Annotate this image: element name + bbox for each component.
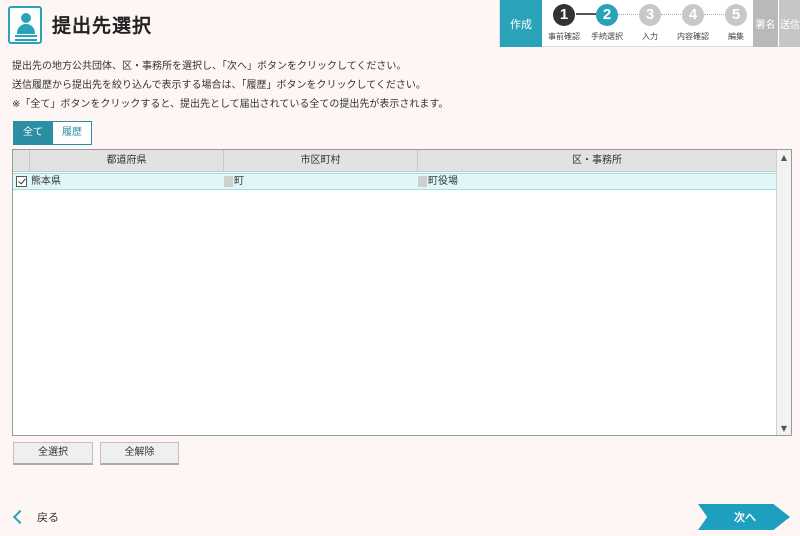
scroll-up-icon[interactable]: ▲ — [777, 150, 791, 164]
cell-prefecture: 熊本県 — [31, 176, 61, 187]
step-1: 1 事前確認 — [542, 4, 586, 42]
next-button[interactable]: 次へ — [698, 504, 790, 530]
column-header-city: 市区町村 — [224, 150, 418, 172]
select-all-button[interactable]: 全選択 — [13, 442, 93, 465]
tab-all[interactable]: 全て — [13, 121, 53, 145]
scroll-down-icon[interactable]: ▼ — [777, 421, 791, 435]
row-checkbox[interactable] — [16, 176, 27, 187]
tab-history[interactable]: 履歴 — [53, 121, 92, 145]
instruction-line: ※「全て」ボタンをクリックすると、提出先として届出されている全ての提出先が表示さ… — [12, 99, 449, 110]
cell-office: 町役場 — [428, 176, 458, 187]
column-header-office: 区・事務所 — [572, 155, 622, 166]
step-label: 手続選択 — [591, 32, 623, 41]
redacted-mask — [418, 176, 427, 187]
page-title: 提出先選択 — [52, 15, 153, 37]
back-button[interactable]: 戻る — [12, 507, 59, 527]
step-number: 2 — [596, 4, 618, 26]
back-label: 戻る — [37, 511, 59, 524]
instruction-line: 提出先の地方公共団体、区・事務所を選択し、「次へ」ボタンをクリックしてください。 — [12, 61, 407, 72]
cell-city: 町 — [234, 176, 244, 187]
step-number: 5 — [725, 4, 747, 26]
instruction-line: 送信履歴から提出先を絞り込んで表示する場合は、「履歴」ボタンをクリックしてくださ… — [12, 80, 426, 91]
step-label: 内容確認 — [677, 32, 709, 41]
step-number: 3 — [639, 4, 661, 26]
step-current-label: 作成 — [500, 0, 542, 47]
step-2: 2 手続選択 — [585, 4, 629, 42]
step-3: 3 入力 — [628, 4, 672, 42]
instructions: 提出先の地方公共団体、区・事務所を選択し、「次へ」ボタンをクリックしてください。… — [12, 57, 448, 114]
person-document-icon — [8, 6, 42, 44]
filter-tabs: 全て 履歴 — [13, 121, 92, 145]
table-row[interactable]: 熊本県 町 町役場 — [13, 173, 776, 190]
step-4: 4 内容確認 — [671, 4, 715, 42]
step-send: 送信 — [779, 0, 800, 47]
column-header-prefecture: 都道府県 — [30, 150, 224, 172]
chevron-left-icon — [12, 509, 28, 525]
checkbox-column-header — [13, 150, 30, 172]
deselect-all-button[interactable]: 全解除 — [100, 442, 179, 465]
step-label: 事前確認 — [548, 32, 580, 41]
step-number: 1 — [553, 4, 575, 26]
table-scrollbar[interactable]: ▲ ▼ — [776, 150, 791, 435]
step-indicator: 作成 1 事前確認 2 手続選択 3 入力 4 内容確認 5 編集 署名 送信 — [499, 0, 800, 47]
step-5: 5 編集 — [714, 4, 758, 42]
step-label: 編集 — [728, 32, 744, 41]
table-header: 都道府県 市区町村 区・事務所 — [13, 150, 776, 172]
step-label: 入力 — [642, 32, 658, 41]
redacted-mask — [224, 176, 233, 187]
step-number: 4 — [682, 4, 704, 26]
destination-table: 都道府県 市区町村 区・事務所 熊本県 町 町役場 ▲ ▼ — [12, 149, 792, 436]
step-sign: 署名 — [753, 0, 778, 47]
